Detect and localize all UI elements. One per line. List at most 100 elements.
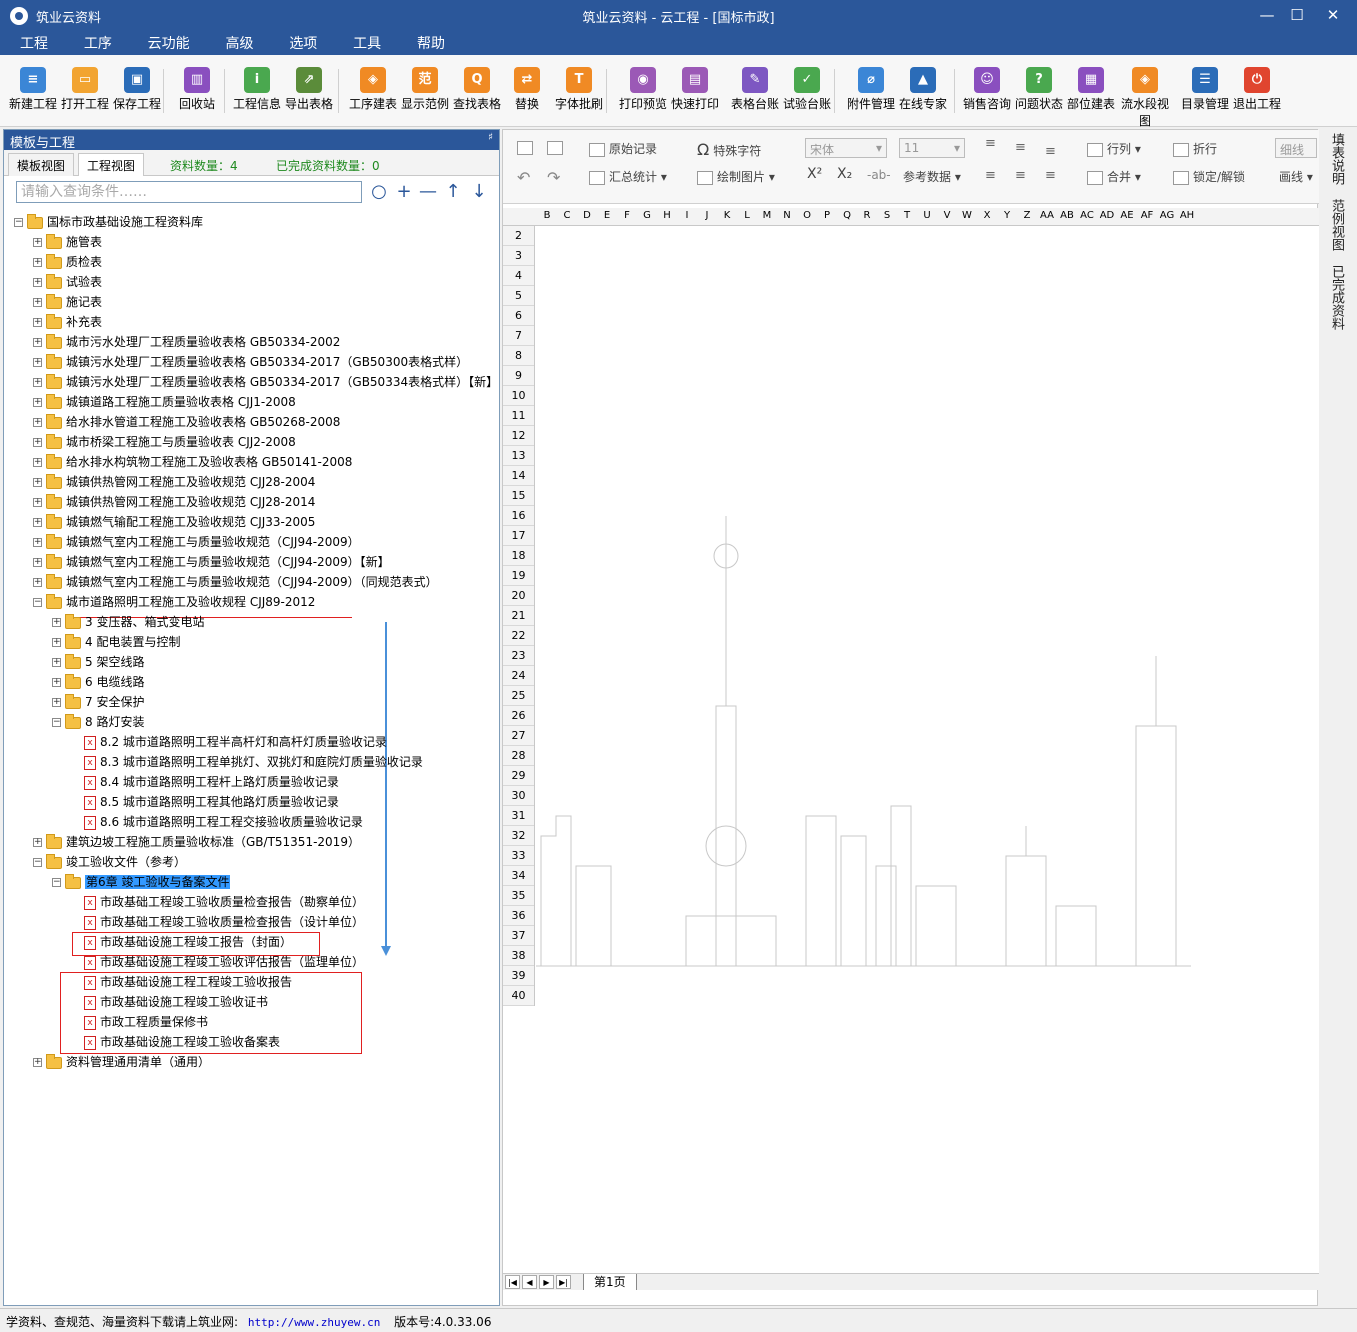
toolbar-button-14[interactable]: ✓ 试验台账 — [780, 67, 834, 112]
collapse-icon[interactable]: − — [33, 858, 42, 867]
expand-icon[interactable]: + — [33, 278, 42, 287]
undo-icon[interactable]: ↶ — [517, 168, 530, 187]
subscript-button[interactable]: X₂ — [837, 166, 852, 182]
tree-folder[interactable]: + 试验表 — [33, 272, 102, 292]
pin-icon[interactable]: ♯ — [488, 132, 493, 143]
tree-folder[interactable]: + 城镇燃气室内工程施工与质量验收规范（CJJ94-2009）【新】 — [33, 552, 390, 572]
toolbar-button-12[interactable]: ▤ 快速打印 — [668, 67, 722, 112]
row-label[interactable]: 12 — [503, 426, 534, 446]
line-style-select[interactable]: 细线 — [1275, 138, 1317, 158]
row-label[interactable]: 38 — [503, 946, 534, 966]
menu-tools[interactable]: 工具 — [353, 31, 381, 55]
column-label[interactable]: O — [797, 210, 817, 221]
tree-file[interactable]: x 8.5 城市道路照明工程其他路灯质量验收记录 — [71, 792, 339, 812]
row-col-button[interactable]: 行列 ▾ — [1087, 140, 1141, 157]
expand-icon[interactable]: + — [33, 238, 42, 247]
tree-folder[interactable]: + 建筑边坡工程施工质量验收标准（GB/T51351-2019） — [33, 832, 360, 852]
row-label[interactable]: 32 — [503, 826, 534, 846]
column-label[interactable]: D — [577, 210, 597, 221]
draw-image-button[interactable]: 绘制图片 ▾ — [697, 168, 775, 185]
row-label[interactable]: 22 — [503, 626, 534, 646]
row-label[interactable]: 21 — [503, 606, 534, 626]
tree-folder[interactable]: + 资料管理通用清单（通用） — [33, 1052, 210, 1072]
tree-folder[interactable]: + 补充表 — [33, 312, 102, 332]
align-left-icon[interactable]: ≡ — [985, 168, 996, 183]
column-label[interactable]: AC — [1077, 210, 1097, 221]
tree-folder[interactable]: + 城镇道路工程施工质量验收表格 CJJ1-2008 — [33, 392, 296, 412]
toolbar-button-8[interactable]: Q 查找表格 — [450, 67, 504, 112]
tree-folder[interactable]: +4 配电装置与控制 — [52, 632, 180, 652]
tree-file[interactable]: x 市政工程质量保修书 — [71, 1012, 208, 1032]
collapse-icon[interactable]: − — [33, 598, 42, 607]
example-view-tab[interactable]: 范例视图 — [1329, 199, 1346, 251]
tree-file[interactable]: x 8.3 城市道路照明工程单挑灯、双挑灯和庭院灯质量验收记录 — [71, 752, 423, 772]
row-label[interactable]: 36 — [503, 906, 534, 926]
column-label[interactable]: F — [617, 210, 637, 221]
tree-folder[interactable]: + 城镇燃气室内工程施工与质量验收规范（CJJ94-2009） — [33, 532, 360, 552]
row-label[interactable]: 25 — [503, 686, 534, 706]
toolbar-button-9[interactable]: ⇄ 替换 — [500, 67, 554, 112]
menu-process[interactable]: 工序 — [84, 31, 112, 55]
toolbar-button-16[interactable]: ▲ 在线专家 — [896, 67, 950, 112]
maximize-button[interactable]: ☐ — [1282, 4, 1312, 26]
first-sheet-button[interactable]: |◀ — [505, 1275, 520, 1289]
tree-file[interactable]: x 市政基础设施工程竣工报告（封面） — [71, 932, 292, 952]
tree-folder[interactable]: +7 安全保护 — [52, 692, 144, 712]
column-label[interactable]: AD — [1097, 210, 1117, 221]
copy-icon[interactable] — [517, 140, 537, 155]
toolbar-button-5[interactable]: ⇗ 导出表格 — [282, 67, 336, 112]
toolbar-button-17[interactable]: ☺ 销售咨询 — [960, 67, 1014, 112]
row-label[interactable]: 20 — [503, 586, 534, 606]
column-label[interactable]: AB — [1057, 210, 1077, 221]
expand-icon[interactable]: + — [33, 398, 42, 407]
expand-icon[interactable]: + — [33, 418, 42, 427]
tree-file[interactable]: x 8.4 城市道路照明工程杆上路灯质量验收记录 — [71, 772, 339, 792]
row-label[interactable]: 3 — [503, 246, 534, 266]
tree-folder[interactable]: − 8 路灯安装 — [52, 712, 144, 732]
column-label[interactable]: AG — [1157, 210, 1177, 221]
tree-file[interactable]: x 市政基础设施工程工程竣工验收报告 — [71, 972, 292, 992]
column-label[interactable]: J — [697, 210, 717, 221]
expand-icon[interactable]: + — [33, 378, 42, 387]
remove-icon[interactable]: — — [417, 181, 439, 203]
expand-icon[interactable]: + — [33, 478, 42, 487]
toolbar-button-15[interactable]: ⌀ 附件管理 — [844, 67, 898, 112]
row-label[interactable]: 37 — [503, 926, 534, 946]
column-label[interactable]: K — [717, 210, 737, 221]
column-label[interactable]: E — [597, 210, 617, 221]
website-link[interactable]: http://www.zhuyew.cn — [248, 1316, 380, 1329]
merge-button[interactable]: 合并 ▾ — [1087, 168, 1141, 185]
tree-folder[interactable]: + 给水排水构筑物工程施工及验收表格 GB50141-2008 — [33, 452, 352, 472]
tree-folder[interactable]: +3 变压器、箱式变电站 — [52, 612, 204, 632]
row-label[interactable]: 10 — [503, 386, 534, 406]
summary-stat-button[interactable]: 汇总统计 ▾ — [589, 168, 667, 185]
next-sheet-button[interactable]: ▶ — [539, 1275, 554, 1289]
tree-file[interactable]: x 8.2 城市道路照明工程半高杆灯和高杆灯质量验收记录 — [71, 732, 387, 752]
expand-icon[interactable]: + — [33, 498, 42, 507]
row-label[interactable]: 16 — [503, 506, 534, 526]
sheet-canvas[interactable] — [536, 226, 1191, 1006]
sheet-tab-page1[interactable]: 第1页 — [583, 1274, 637, 1290]
collapse-icon[interactable]: − — [14, 218, 23, 227]
superscript-button[interactable]: X² — [807, 166, 822, 182]
expand-icon[interactable]: + — [52, 618, 61, 627]
row-label[interactable]: 39 — [503, 966, 534, 986]
original-record-button[interactable]: 原始记录 — [589, 140, 657, 157]
tree-folder[interactable]: +5 架空线路 — [52, 652, 144, 672]
column-label[interactable]: V — [937, 210, 957, 221]
column-label[interactable]: H — [657, 210, 677, 221]
expand-icon[interactable]: + — [33, 438, 42, 447]
expand-icon[interactable]: + — [33, 518, 42, 527]
menu-cloud[interactable]: 云功能 — [148, 31, 190, 55]
expand-icon[interactable]: + — [33, 358, 42, 367]
row-label[interactable]: 26 — [503, 706, 534, 726]
tree-folder[interactable]: + 城镇供热管网工程施工及验收规范 CJJ28-2004 — [33, 472, 315, 492]
tree-folder[interactable]: + 给水排水管道工程施工及验收表格 GB50268-2008 — [33, 412, 340, 432]
tree-folder[interactable]: + 城镇污水处理厂工程质量验收表格 GB50334-2017（GB50334表格式… — [33, 372, 498, 392]
redo-icon[interactable]: ↷ — [547, 168, 560, 187]
expand-icon[interactable]: + — [33, 258, 42, 267]
fill-instructions-tab[interactable]: 填表说明 — [1329, 133, 1346, 185]
tree-file[interactable]: x 市政基础工程竣工验收质量检查报告（勘察单位） — [71, 892, 364, 912]
column-label[interactable]: I — [677, 210, 697, 221]
column-label[interactable]: G — [637, 210, 657, 221]
